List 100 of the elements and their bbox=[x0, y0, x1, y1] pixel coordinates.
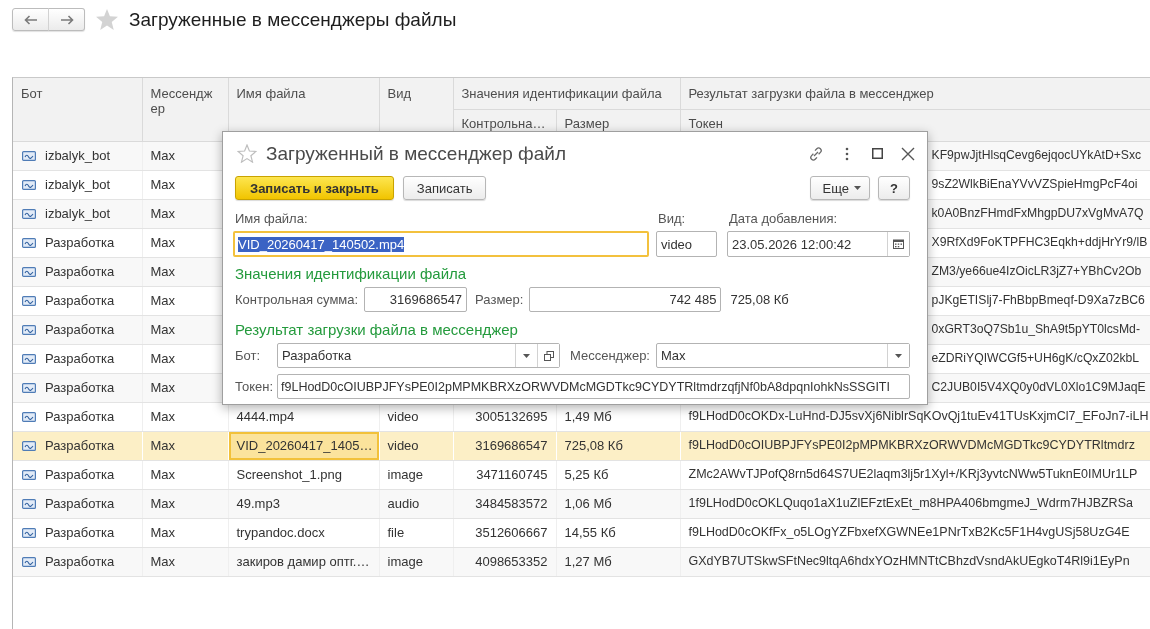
table-cell: X9RfXd9FoKTPFHC3Eqkh+ddjHrYr9/lB bbox=[931, 235, 1148, 249]
star-icon[interactable] bbox=[237, 144, 257, 163]
table-cell: Разработка bbox=[45, 409, 115, 424]
size-field[interactable]: 742 485 bbox=[529, 287, 722, 312]
dropdown-button[interactable] bbox=[887, 344, 909, 367]
maximize-icon[interactable] bbox=[872, 148, 883, 159]
table-cell: GXdYB7UTSkwSFtNec9ltqA6hdxYOzHMNTtCBhzdVsndAkUEgkoT4Rl9i1EyPn bbox=[688, 554, 1130, 568]
table-cell: 4098653352 bbox=[475, 554, 548, 569]
table-cell: Разработка bbox=[45, 438, 115, 453]
table-cell: trypandoc.docx bbox=[236, 525, 325, 540]
checksum-field[interactable]: 3169686547 bbox=[364, 287, 468, 312]
table-cell: 49.mp3 bbox=[236, 496, 280, 511]
table-cell: video bbox=[387, 409, 419, 424]
table-row[interactable]: Разработка Max Screenshot_1.png image 3471160745 5,25 Кб ZMc2AWvTJPofQ8rn5d64S7UE2laqm3lj5r1Xyl+/KRj3yvtcNWw5TuknE0IMUr1LP bbox=[13, 460, 1150, 489]
table-cell: 3471160745 bbox=[476, 467, 548, 482]
date-field[interactable]: 23.05.2026 12:00:42 bbox=[727, 231, 910, 257]
table-row[interactable]: Разработка Max VID_20260417_1405… video 3169686547 725,08 Кб f9LHodD0cOIUBPJFYsPE0I2pMPMKBRXzORWVDMcMGDTkc9CYDYTRltmdrz bbox=[13, 431, 1150, 460]
type-label: Вид: bbox=[658, 212, 686, 226]
bot-field[interactable]: Разработка bbox=[277, 343, 560, 368]
card-icon bbox=[22, 527, 36, 538]
table-cell: f9LHodD0cOKDx-LuHnd-DJ5svXj6NiblrSqKOvQj1tuEv41TUsKxjmCl7_EFoJn7-iLH bbox=[688, 409, 1149, 423]
table-row[interactable]: Разработка Max 49.mp3 audio 3484583572 1,06 Мб 1f9LHodD0cOKLQuqo1aX1uZlEFztExEt_m8HPA406bmgmeJ_Wdrm7HJBZRSa bbox=[13, 489, 1150, 518]
save-and-close-button[interactable]: Записать и закрыть bbox=[235, 176, 394, 200]
table-cell: video bbox=[387, 438, 419, 453]
table-cell: 1,49 Мб bbox=[564, 409, 612, 424]
table-cell: file bbox=[387, 525, 405, 540]
table-cell: закиров дамир оптг.… bbox=[236, 554, 370, 569]
table-cell: 1,06 Мб bbox=[564, 496, 612, 511]
table-cell: Screenshot_1.png bbox=[236, 467, 343, 482]
table-cell: 5,25 Кб bbox=[564, 467, 609, 482]
table-cell: Разработка bbox=[45, 322, 115, 337]
table-cell: Max bbox=[150, 148, 176, 163]
table-cell: 4444.mp4 bbox=[236, 409, 295, 424]
table-cell: 3484583572 bbox=[475, 496, 548, 511]
table-cell: Max bbox=[150, 525, 176, 540]
table-cell: 9sZ2WlkBiEnaYVvVZSpieHmgPcF4oi bbox=[931, 177, 1138, 191]
open-window-icon bbox=[543, 350, 554, 361]
bot-label: Бот: bbox=[235, 348, 261, 363]
table-cell: 1f9LHodD0cOKLQuqo1aX1uZlEFztExEt_m8HPA406bmgmeJ_Wdrm7HJBZRSa bbox=[688, 496, 1133, 510]
star-icon[interactable] bbox=[96, 9, 118, 30]
table-cell: VID_20260417_1405… bbox=[236, 438, 373, 453]
right-arrow-icon bbox=[59, 14, 74, 25]
table-cell: Разработка bbox=[45, 264, 115, 279]
messenger-field[interactable]: Max bbox=[656, 343, 910, 368]
caret-icon bbox=[854, 186, 861, 190]
column-header[interactable]: Мессенджер bbox=[142, 78, 228, 141]
help-button[interactable]: ? bbox=[878, 176, 910, 200]
table-cell: Разработка bbox=[45, 293, 115, 308]
table-cell: 1,27 Мб bbox=[564, 554, 612, 569]
file-name-label: Имя файла: bbox=[235, 212, 308, 226]
table-row[interactable]: Разработка Max trypandoc.docx file 3512606667 14,55 Кб f9LHodD0cOKfFx_o5LOgYZFbxefXGWNEe1PNrTxB2Kc5F1H4vgUSj58UzG4E bbox=[13, 518, 1150, 547]
table-cell: Max bbox=[150, 496, 176, 511]
table-cell: ZMc2AWvTJPofQ8rn5d64S7UE2laqm3lj5r1Xyl+/KRj3yvtcNWw5TuknE0IMUr1LP bbox=[688, 467, 1138, 481]
card-icon bbox=[22, 208, 36, 219]
table-cell: audio bbox=[387, 496, 420, 511]
table-cell: image bbox=[387, 467, 423, 482]
card-icon bbox=[22, 237, 36, 248]
size-readable-text: 725,08 Кб bbox=[730, 292, 789, 307]
date-added-label: Дата добавления: bbox=[729, 212, 838, 226]
field-value: VID_20260417_140502.mp4 bbox=[238, 236, 405, 252]
table-row[interactable]: Разработка Max 4444.mp4 video 3005132695 1,49 Мб f9LHodD0cOKDx-LuHnd-DJ5svXj6NiblrSqKOvQj1tuEv41TUsKxjmCl7_EFoJn7-iLH bbox=[13, 402, 1150, 431]
table-cell: Разработка bbox=[45, 467, 115, 482]
table-cell: eZDRiYQIWCGf5+UH6gK/cQxZ02kbL bbox=[931, 351, 1140, 365]
card-icon bbox=[22, 324, 36, 335]
table-cell: k0A0BnzFHmdFxMhgpDU7xVgMvA7Q bbox=[931, 206, 1144, 220]
open-button[interactable] bbox=[537, 344, 559, 367]
calendar-button[interactable] bbox=[887, 232, 909, 256]
table-row[interactable]: Разработка Max закиров дамир оптг.… image 4098653352 1,27 Мб GXdYB7UTSkwSFtNec9ltqA6hdxYOzHMNTtCBhzdVsndAkUEgkoT4Rl9i1EyPn bbox=[13, 547, 1150, 576]
table-cell: izbalyk_bot bbox=[45, 148, 111, 163]
column-group-header[interactable]: Значения идентификации файла bbox=[453, 78, 680, 109]
type-field[interactable]: video bbox=[656, 231, 717, 257]
column-header[interactable]: Бот bbox=[13, 78, 142, 141]
caret-icon bbox=[523, 353, 530, 358]
table-cell: izbalyk_bot bbox=[45, 177, 111, 192]
more-button[interactable]: Еще bbox=[809, 176, 870, 200]
column-group-header[interactable]: Результат загрузки файла в мессенджер bbox=[680, 78, 1150, 109]
card-icon bbox=[22, 150, 36, 161]
table-cell: Разработка bbox=[45, 380, 115, 395]
link-icon[interactable] bbox=[809, 146, 823, 161]
size-label: Размер: bbox=[475, 292, 524, 307]
table-cell: Разработка bbox=[45, 525, 115, 540]
table-cell: Разработка bbox=[45, 554, 115, 569]
card-icon bbox=[22, 411, 36, 422]
table-cell: Max bbox=[150, 235, 176, 250]
back-button[interactable] bbox=[12, 8, 49, 31]
checksum-label: Контрольная сумма: bbox=[235, 292, 359, 307]
page-title: Загруженные в мессенджеры файлы bbox=[129, 8, 457, 31]
table-cell: 3512606667 bbox=[475, 525, 548, 540]
forward-button[interactable] bbox=[48, 8, 85, 31]
table-cell: pJKgETISlj7-FhBbpBmeqf-D9Xa7zBC6 bbox=[931, 293, 1145, 307]
token-label: Токен: bbox=[235, 379, 273, 394]
save-button[interactable]: Записать bbox=[402, 176, 487, 200]
table-cell: KF9pwJjtHlsqCevg6ejqocUYkAtD+Sxc bbox=[931, 148, 1142, 162]
left-arrow-icon bbox=[23, 14, 38, 25]
card-icon bbox=[22, 179, 36, 190]
token-field[interactable]: f9LHodD0cOIUBPJFYsPE0I2pMPMKBRXzORWVDMcMGDTkc9CYDYTRltmdrzqfjNf0bA8dpqnIohkNsSSGITI bbox=[277, 374, 910, 399]
card-icon bbox=[22, 469, 36, 480]
file-name-field[interactable]: VID_20260417_140502.mp4 bbox=[233, 231, 649, 257]
close-icon[interactable] bbox=[901, 146, 915, 161]
table-cell: image bbox=[387, 554, 423, 569]
